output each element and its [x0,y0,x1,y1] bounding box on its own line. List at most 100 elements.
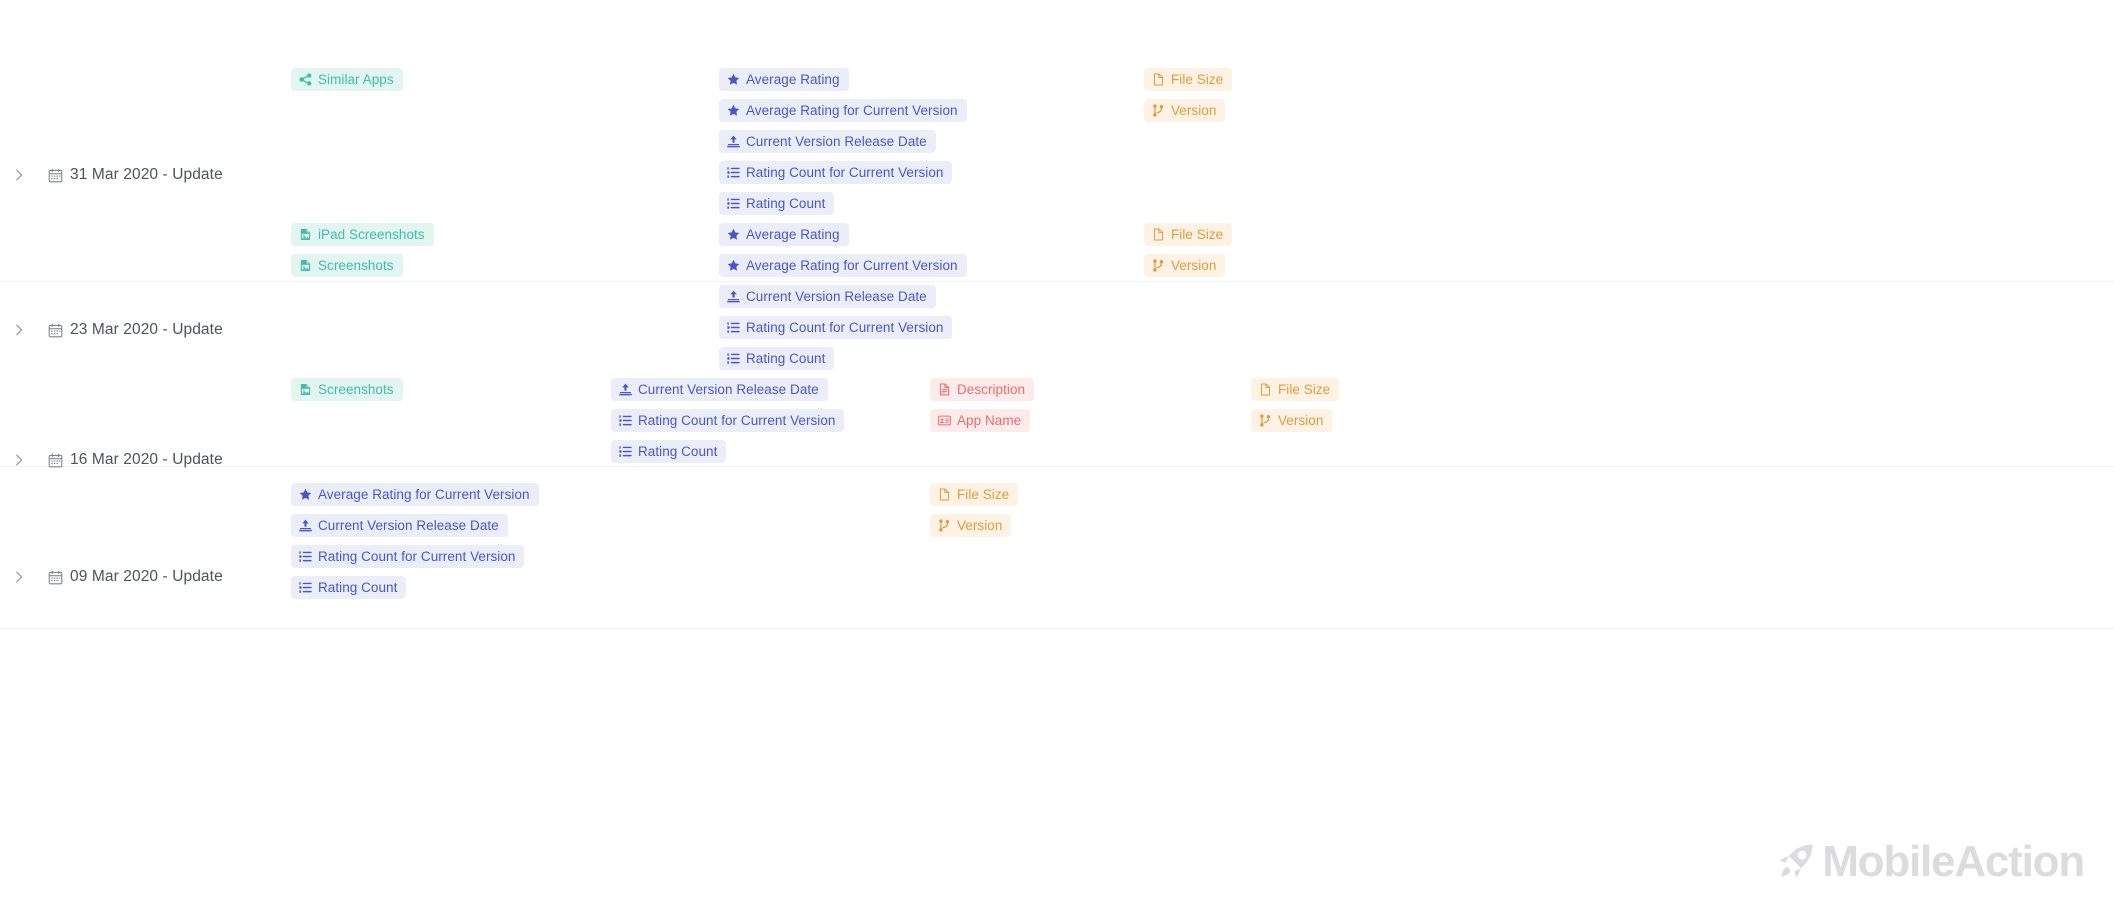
change-badge[interactable]: File Size [1251,378,1340,401]
ratings-group: Average Rating for Current Version Curren… [291,483,539,599]
change-badge-label: Rating Count [746,350,826,366]
change-badge-label: Average Rating [746,71,840,87]
update-timeline: 31 Mar 2020 - Update Similar Apps Average … [0,0,2114,916]
row-divider [0,628,2114,629]
calendar-icon [48,570,63,585]
change-badge-label: iPad Screenshots [318,226,425,242]
change-badge[interactable]: Rating Count for Current Version [291,545,525,568]
chevron-right-icon[interactable] [10,568,28,586]
row-date-label: 16 Mar 2020 - Update [70,451,223,469]
change-badge[interactable]: Description [930,378,1035,401]
change-badge[interactable]: Rating Count for Current Version [611,409,845,432]
timeline-row-header[interactable]: 23 Mar 2020 - Update [10,321,223,339]
file-icon [1152,73,1165,86]
change-badge-label: File Size [1171,71,1224,87]
change-badge[interactable]: Average Rating [719,68,849,91]
list-ol-icon [619,445,632,458]
change-badge[interactable]: Average Rating for Current Version [291,483,539,506]
change-badge[interactable]: Similar Apps [291,68,403,91]
change-badge[interactable]: Rating Count [611,440,727,463]
change-badge-label: Version [1278,412,1324,428]
calendar-icon [48,323,63,338]
chevron-right-icon[interactable] [10,321,28,339]
list-ol-icon [299,550,312,563]
change-badge[interactable]: Version [1144,99,1226,122]
timeline-row-header[interactable]: 16 Mar 2020 - Update [10,451,223,469]
file-icon [938,488,951,501]
change-badge[interactable]: Average Rating for Current Version [719,254,967,277]
row-date-label: 31 Mar 2020 - Update [70,166,223,184]
code-branch-icon [938,519,951,532]
change-badge[interactable]: Screenshots [291,254,403,277]
metadata-group: File Size Version [1251,378,1340,432]
watermark-brand-text: MobileAction [1822,837,2085,886]
upload-icon [727,290,740,303]
screenshots-group: Screenshots [291,378,403,401]
change-badge-label: Current Version Release Date [746,288,927,304]
chevron-right-icon[interactable] [10,166,28,184]
chevron-right-icon[interactable] [10,451,28,469]
change-badge[interactable]: Rating Count [719,347,835,370]
change-badge[interactable]: Version [930,514,1012,537]
image-file-icon [299,259,312,272]
star-icon [727,104,740,117]
ratings-group: Current Version Release Date Rating Count… [611,378,845,463]
change-badge[interactable]: File Size [1144,68,1233,91]
row-divider [0,466,2114,467]
change-badge[interactable]: Version [1251,409,1333,432]
code-branch-icon [1259,414,1272,427]
timeline-row-header[interactable]: 31 Mar 2020 - Update [10,166,223,184]
change-badge-label: Rating Count for Current Version [746,319,944,335]
change-badge[interactable]: Version [1144,254,1226,277]
code-branch-icon [1152,259,1165,272]
change-badge-label: File Size [1278,381,1331,397]
change-badge-label: Rating Count for Current Version [318,548,516,564]
metadata-group: File Size Version [1144,68,1233,122]
change-badge-label: Average Rating for Current Version [746,102,958,118]
file-icon [1259,383,1272,396]
list-ol-icon [727,352,740,365]
change-badge-label: File Size [957,486,1010,502]
change-badge-label: Current Version Release Date [746,133,927,149]
change-badge[interactable]: Current Version Release Date [611,378,828,401]
change-badge-label: Description [957,381,1026,397]
change-badge[interactable]: Rating Count for Current Version [719,316,953,339]
metadata-group: File Size Version [930,483,1019,537]
upload-icon [299,519,312,532]
image-file-icon [299,383,312,396]
change-badge-label: Average Rating [746,226,840,242]
change-badge-label: Rating Count [638,443,718,459]
rocket-icon [1774,841,1816,883]
change-badge[interactable]: Current Version Release Date [291,514,508,537]
change-badge[interactable]: Average Rating for Current Version [719,99,967,122]
text-content-group: Description App Name [930,378,1035,432]
change-badge[interactable]: iPad Screenshots [291,223,434,246]
row-divider [0,281,2114,282]
change-badge-label: Version [1171,257,1217,273]
change-badge-label: Current Version Release Date [638,381,819,397]
upload-icon [727,135,740,148]
timeline-row-header[interactable]: 09 Mar 2020 - Update [10,568,223,586]
change-badge[interactable]: Average Rating [719,223,849,246]
screenshots-group: iPad Screenshots Screenshots [291,223,434,277]
change-badge[interactable]: Screenshots [291,378,403,401]
list-ol-icon [299,581,312,594]
change-badge-label: Current Version Release Date [318,517,499,533]
mobileaction-watermark: MobileAction [1774,837,2085,886]
change-badge[interactable]: Current Version Release Date [719,130,936,153]
similar-apps-group: Similar Apps [291,68,403,91]
change-badge-label: Rating Count for Current Version [746,164,944,180]
change-badge-label: Average Rating for Current Version [746,257,958,273]
change-badge[interactable]: File Size [930,483,1019,506]
change-badge[interactable]: Rating Count [719,192,835,215]
change-badge-label: Similar Apps [318,71,394,87]
change-badge[interactable]: Current Version Release Date [719,285,936,308]
change-badge[interactable]: Rating Count for Current Version [719,161,953,184]
ratings-group: Average Rating Average Rating for Current… [719,223,967,370]
upload-icon [619,383,632,396]
change-badge[interactable]: File Size [1144,223,1233,246]
change-badge[interactable]: App Name [930,409,1031,432]
change-badge[interactable]: Rating Count [291,576,407,599]
star-icon [299,488,312,501]
change-badge-label: Average Rating for Current Version [318,486,530,502]
